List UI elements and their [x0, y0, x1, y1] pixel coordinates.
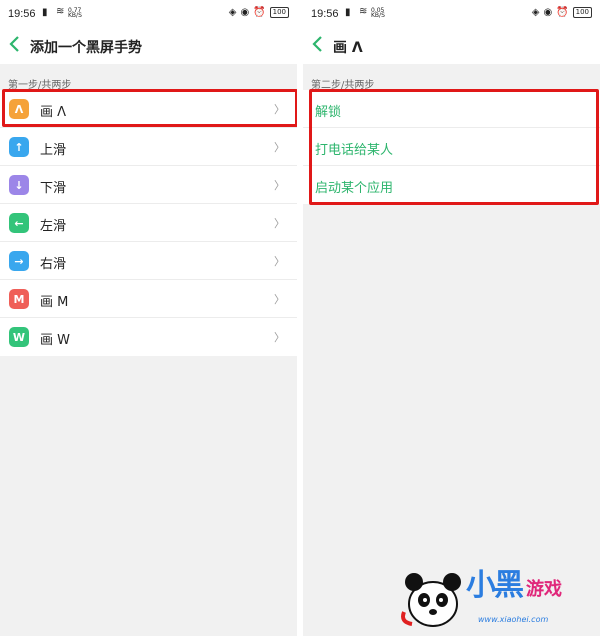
arrow-down-icon: ↓ — [9, 175, 29, 195]
wifi-icon: ≋ — [359, 6, 368, 17]
gesture-item-label: 下滑 — [40, 181, 67, 196]
gesture-select-screen: 19:56 ▮ ≋ 0.77 KB/S ◈ ◉ ⏰ 100 添加一个黑屏手势 第一… — [0, 0, 297, 636]
step-label: 第一步/共两步 — [8, 80, 72, 91]
m-gesture-icon: M — [9, 289, 29, 309]
action-item-call-someone[interactable]: 打电话给某人 — [303, 128, 600, 166]
arrow-left-icon: ← — [9, 213, 29, 233]
arrow-up-icon: ↑ — [9, 137, 29, 157]
gesture-item-label: 画 W — [40, 333, 70, 348]
app-header: 画 Λ — [303, 26, 600, 64]
chevron-right-icon: 〉 — [274, 293, 285, 306]
watermark-url: www.xiaohei.com — [478, 615, 549, 624]
page-title: 画 Λ — [333, 40, 363, 56]
back-button[interactable] — [8, 35, 24, 55]
chevron-right-icon: 〉 — [274, 331, 285, 344]
alarm-icon: ⏰ — [253, 7, 266, 18]
status-bar: 19:56 ▮ ≋ 0.05 KB/S ◈ ◉ ⏰ 100 — [303, 0, 600, 26]
gesture-item-label: 右滑 — [40, 257, 67, 272]
gesture-item-draw-lambda[interactable]: Λ 画 Λ 〉 — [0, 90, 297, 128]
nfc-icon: ◈ — [228, 7, 237, 18]
chevron-left-icon — [312, 36, 322, 52]
network-speed: 0.77 KB/S — [68, 7, 82, 19]
signal-icon: ▮ — [345, 7, 351, 18]
action-list: 解锁 打电话给某人 启动某个应用 — [303, 90, 600, 204]
chevron-right-icon: 〉 — [274, 255, 285, 268]
gesture-item-swipe-down[interactable]: ↓ 下滑 〉 — [0, 166, 297, 204]
eye-icon: ◉ — [240, 7, 250, 18]
gesture-item-label: 左滑 — [40, 219, 67, 234]
back-button[interactable] — [311, 35, 327, 55]
w-gesture-icon: W — [9, 327, 29, 347]
wifi-icon: ≋ — [56, 6, 65, 17]
network-speed: 0.05 KB/S — [371, 7, 385, 19]
battery-indicator: 100 — [269, 7, 289, 18]
panda-mascot-icon — [401, 573, 461, 627]
chevron-right-icon: 〉 — [274, 141, 285, 154]
gesture-item-label: 画 M — [40, 295, 69, 310]
page-title: 添加一个黑屏手势 — [30, 40, 142, 56]
action-item-unlock[interactable]: 解锁 — [303, 90, 600, 128]
battery-indicator: 100 — [572, 7, 592, 18]
gesture-item-draw-m[interactable]: M 画 M 〉 — [0, 280, 297, 318]
chevron-right-icon: 〉 — [274, 179, 285, 192]
gesture-item-label: 画 Λ — [40, 105, 67, 120]
chevron-right-icon: 〉 — [274, 103, 285, 116]
eye-icon: ◉ — [543, 7, 553, 18]
alarm-icon: ⏰ — [556, 7, 569, 18]
app-header: 添加一个黑屏手势 — [0, 26, 297, 64]
action-item-label: 打电话给某人 — [315, 143, 394, 158]
gesture-item-swipe-up[interactable]: ↑ 上滑 〉 — [0, 128, 297, 166]
chevron-left-icon — [9, 36, 19, 52]
status-time: 19:56 — [8, 8, 36, 20]
action-select-screen: 19:56 ▮ ≋ 0.05 KB/S ◈ ◉ ⏰ 100 画 Λ 第二步/共两步… — [303, 0, 600, 636]
arrow-right-icon: → — [9, 251, 29, 271]
gesture-item-swipe-right[interactable]: → 右滑 〉 — [0, 242, 297, 280]
lambda-gesture-icon: Λ — [9, 99, 29, 119]
watermark-logo: 小黑 游戏 www.xiaohei.com — [392, 550, 592, 632]
status-time: 19:56 — [311, 8, 339, 20]
gesture-item-swipe-left[interactable]: ← 左滑 〉 — [0, 204, 297, 242]
gesture-item-draw-w[interactable]: W 画 W 〉 — [0, 318, 297, 356]
action-item-label: 启动某个应用 — [315, 181, 394, 196]
action-item-launch-app[interactable]: 启动某个应用 — [303, 166, 600, 204]
status-bar: 19:56 ▮ ≋ 0.77 KB/S ◈ ◉ ⏰ 100 — [0, 0, 297, 26]
gesture-list: Λ 画 Λ 〉 ↑ 上滑 〉 ↓ 下滑 〉 ← 左滑 〉 → 右滑 〉 M 画 … — [0, 90, 297, 356]
watermark-brand: 小黑 游戏 — [466, 568, 562, 603]
nfc-icon: ◈ — [531, 7, 540, 18]
chevron-right-icon: 〉 — [274, 217, 285, 230]
gesture-item-label: 上滑 — [40, 143, 67, 158]
step-label: 第二步/共两步 — [311, 80, 375, 91]
signal-icon: ▮ — [42, 7, 48, 18]
action-item-label: 解锁 — [315, 105, 342, 120]
